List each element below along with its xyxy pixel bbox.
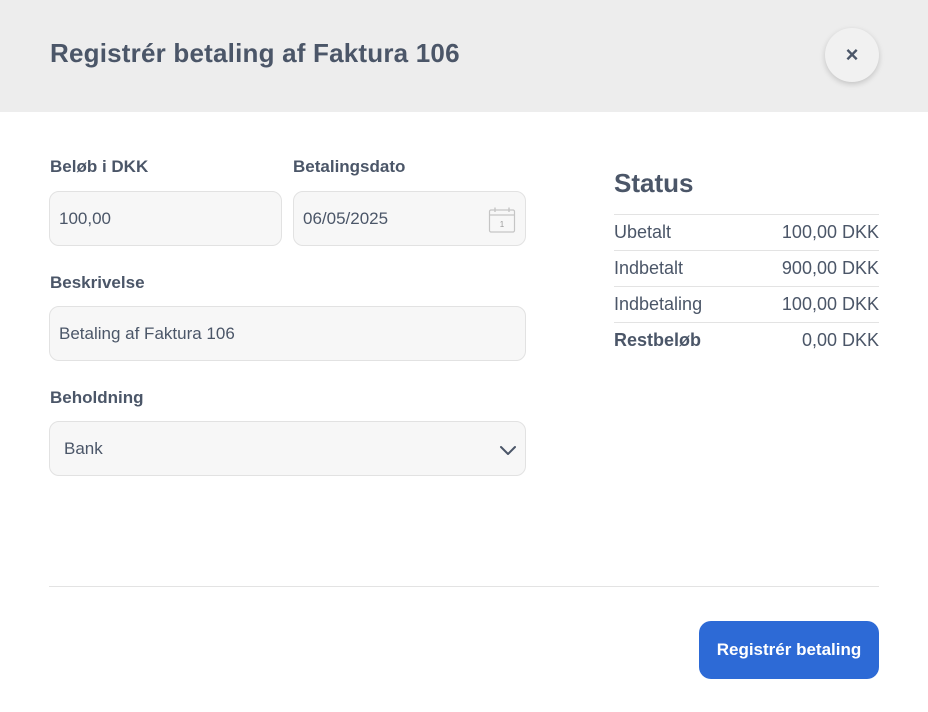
chevron-down-icon <box>500 446 516 455</box>
close-icon: × <box>845 42 859 67</box>
description-value: Betaling af Faktura 106 <box>59 323 235 343</box>
amount-input[interactable]: 100,00 <box>49 191 282 246</box>
status-row-payment: Indbetaling 100,00 DKK <box>614 286 879 322</box>
status-row-unpaid: Ubetalt 100,00 DKK <box>614 214 879 250</box>
status-title: Status <box>614 168 694 198</box>
status-value: 100,00 DKK <box>781 294 879 314</box>
amount-value: 100,00 <box>59 208 111 228</box>
footer-divider <box>49 586 879 587</box>
status-label: Restbeløb <box>614 330 702 350</box>
calendar-icon[interactable]: 1 <box>488 206 516 234</box>
holding-select[interactable]: Bank <box>49 421 526 476</box>
amount-label: Beløb i DKK <box>50 157 149 176</box>
status-table: Ubetalt 100,00 DKK Indbetalt 900,00 DKK … <box>614 214 879 358</box>
status-row-remaining: Restbeløb 0,00 DKK <box>614 322 879 358</box>
description-input[interactable]: Betaling af Faktura 106 <box>49 306 526 361</box>
status-row-paid: Indbetalt 900,00 DKK <box>614 250 879 286</box>
dialog-header: Registrér betaling af Faktura 106 × <box>0 0 928 112</box>
date-value: 06/05/2025 <box>303 208 389 228</box>
status-label: Ubetalt <box>614 222 672 242</box>
status-label: Indbetaling <box>614 294 703 314</box>
calendar-day: 1 <box>500 220 505 229</box>
status-value: 900,00 DKK <box>781 258 879 278</box>
description-label: Beskrivelse <box>50 273 145 292</box>
holding-value: Bank <box>64 438 103 458</box>
holding-label: Beholdning <box>50 388 144 407</box>
register-payment-button[interactable]: Registrér betaling <box>699 621 879 679</box>
status-value: 100,00 DKK <box>781 222 879 242</box>
date-input[interactable]: 06/05/2025 1 <box>293 191 526 246</box>
close-button[interactable]: × <box>825 28 879 82</box>
status-value: 0,00 DKK <box>801 330 879 350</box>
status-label: Indbetalt <box>614 258 684 278</box>
dialog-title: Registrér betaling af Faktura 106 <box>50 38 460 68</box>
date-label: Betalingsdato <box>293 157 406 176</box>
